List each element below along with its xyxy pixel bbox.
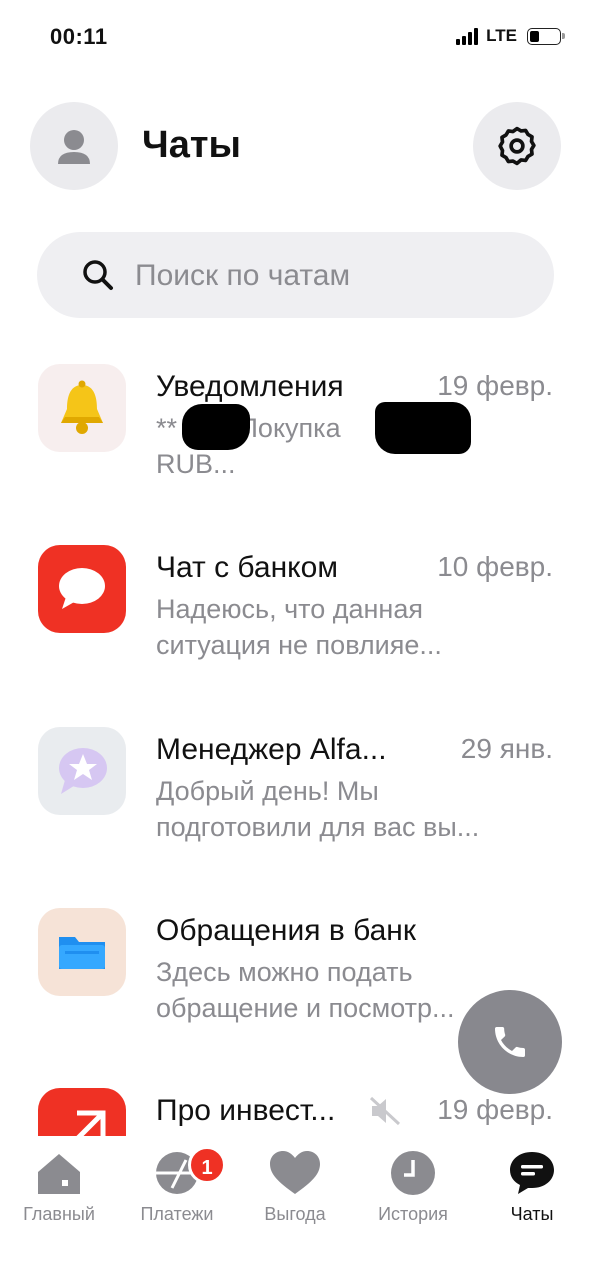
person-icon xyxy=(58,130,90,164)
clock-icon xyxy=(391,1151,435,1195)
chat-name: Менеджер Alfa... xyxy=(156,733,387,766)
tab-label: Платежи xyxy=(140,1204,214,1224)
network-type: LTE xyxy=(486,26,517,45)
home-icon xyxy=(38,1154,80,1194)
status-indicators: LTE xyxy=(456,26,565,46)
chat-preview: Добрый день! Мы подготовили для вас вы..… xyxy=(156,776,480,842)
search-bar[interactable] xyxy=(37,232,554,318)
folder-icon xyxy=(38,908,126,996)
chat-name: Про инвест... xyxy=(156,1094,336,1127)
chat-item-notifications[interactable]: Уведомления 19 февр. ** Покупка RUB... xyxy=(0,364,591,514)
tab-label: История xyxy=(378,1204,448,1224)
muted-icon xyxy=(369,1096,401,1126)
chat-name: Обращения в банк xyxy=(156,914,416,947)
chat-name: Чат с банком xyxy=(156,551,338,584)
signal-icon xyxy=(456,27,479,45)
avatar[interactable] xyxy=(30,102,118,190)
chat-item-manager[interactable]: Менеджер Alfa... 29 янв. Добрый день! Мы… xyxy=(0,727,591,877)
chat-preview: Здесь можно подать обращение и посмотр..… xyxy=(156,957,455,1023)
gear-icon xyxy=(498,126,536,166)
tab-label: Выгода xyxy=(264,1204,326,1224)
speech-bubble-icon xyxy=(38,545,126,633)
chat-name: Уведомления xyxy=(156,370,344,403)
tab-bar: Главный Платежи Выгода История Чаты xyxy=(0,1136,591,1280)
bell-icon xyxy=(38,364,126,452)
status-time: 00:11 xyxy=(50,24,108,49)
chat-date: 19 февр. xyxy=(437,1094,553,1125)
star-bubble-icon xyxy=(38,727,126,815)
tab-benefits[interactable]: Выгода xyxy=(236,1136,354,1236)
call-button[interactable] xyxy=(458,990,562,1094)
chat-preview: Надеюсь, что данная ситуация не повлияе.… xyxy=(156,594,442,660)
redaction-blob xyxy=(182,404,250,450)
chat-date: 10 февр. xyxy=(437,551,553,582)
tab-history[interactable]: История xyxy=(354,1136,472,1236)
chat-item-bank[interactable]: Чат с банком 10 февр. Надеюсь, что данна… xyxy=(0,545,591,695)
chat-item-invest[interactable]: Про инвест... 19 февр. xyxy=(0,1088,591,1136)
tab-label: Главный xyxy=(23,1204,95,1224)
battery-icon xyxy=(527,27,565,45)
chat-date: 29 янв. xyxy=(460,733,553,764)
tab-home[interactable]: Главный xyxy=(0,1136,118,1236)
tab-chats[interactable]: Чаты xyxy=(473,1136,591,1236)
notification-badge: 1 xyxy=(188,1146,226,1184)
status-bar: 00:11 LTE xyxy=(0,0,591,76)
search-icon xyxy=(83,260,113,290)
chat-icon xyxy=(510,1152,554,1194)
settings-button[interactable] xyxy=(473,102,561,190)
heart-icon xyxy=(270,1151,320,1194)
redaction-blob xyxy=(375,402,471,454)
header: Чаты xyxy=(0,102,591,190)
phone-icon xyxy=(495,1027,525,1057)
search-input[interactable] xyxy=(133,252,517,300)
tab-label: Чаты xyxy=(510,1204,554,1224)
page-title: Чаты xyxy=(142,124,241,166)
chat-date: 19 февр. xyxy=(437,370,553,401)
invest-icon xyxy=(38,1088,126,1136)
